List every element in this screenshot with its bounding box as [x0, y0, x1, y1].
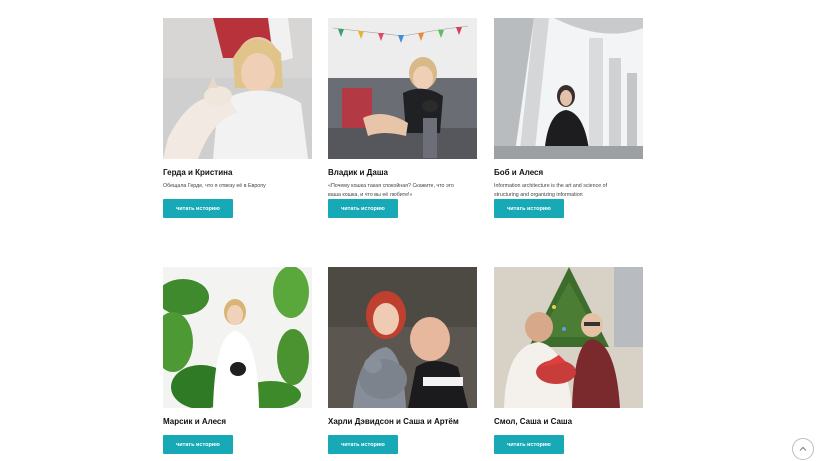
- story-photo-smol-sasha-sasha[interactable]: [494, 267, 643, 408]
- story-card: Харли Дэвидсон и Саша и Артём читать ист…: [328, 267, 478, 454]
- story-card: Герда и Кристина Обещала Герде, что я от…: [163, 18, 313, 218]
- read-story-button[interactable]: читать историю: [328, 199, 398, 218]
- story-title: Владик и Даша: [328, 168, 388, 177]
- story-card: Марсик и Алеся читать историю: [163, 267, 313, 454]
- story-photo-vladik-dasha[interactable]: [328, 18, 477, 159]
- story-card: Смол, Саша и Саша читать историю: [494, 267, 644, 454]
- story-title: Марсик и Алеся: [163, 417, 227, 426]
- story-photo-marsik-alesya[interactable]: [163, 267, 312, 408]
- story-card: Боб и Алеся Information architecture is …: [494, 18, 644, 218]
- chevron-up-icon: [799, 446, 807, 451]
- read-story-button[interactable]: читать историю: [494, 435, 564, 454]
- story-title: Боб и Алеся: [494, 168, 544, 177]
- scroll-to-top-button[interactable]: [792, 438, 814, 460]
- story-description: Обещала Герде, что я отвезу её в Европу: [163, 183, 266, 189]
- story-photo-bob-alesya[interactable]: [494, 18, 643, 159]
- story-photo-harley-sasha-artyom[interactable]: [328, 267, 477, 408]
- story-title: Харли Дэвидсон и Саша и Артём: [328, 417, 459, 426]
- story-description: Information architecture is the art and …: [494, 183, 608, 198]
- read-story-button[interactable]: читать историю: [328, 435, 398, 454]
- read-story-button[interactable]: читать историю: [494, 199, 564, 218]
- story-photo-gerda-kristina[interactable]: [163, 18, 312, 159]
- story-title: Герда и Кристина: [163, 168, 233, 177]
- read-story-button[interactable]: читать историю: [163, 199, 233, 218]
- story-title: Смол, Саша и Саша: [494, 417, 573, 426]
- read-story-button[interactable]: читать историю: [163, 435, 233, 454]
- story-description: «Почему кошка такая спокойная? Скажите, …: [328, 183, 454, 198]
- story-card: Владик и Даша «Почему кошка такая спокой…: [328, 18, 478, 218]
